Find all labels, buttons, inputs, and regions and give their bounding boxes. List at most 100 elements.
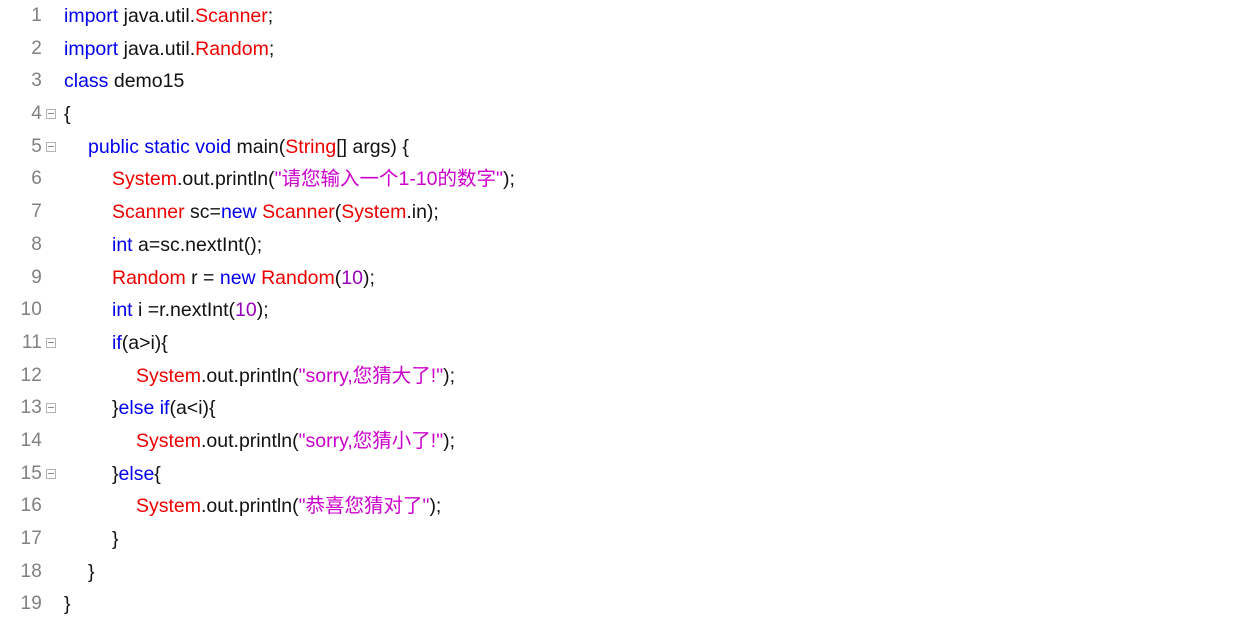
code-line-text: Scanner sc=new Scanner(System.in); <box>64 196 439 229</box>
code-line[interactable]: 3 class demo15 <box>0 65 1253 98</box>
code-lines-container[interactable]: 1 import java.util.Scanner; 2 import java.u… <box>0 0 1253 621</box>
code-token-kw: import <box>64 37 119 60</box>
code-token-kw: new <box>220 201 257 224</box>
code-token-type: System <box>136 495 202 518</box>
code-token-pl: ); <box>443 429 456 452</box>
code-token-pl: ); <box>256 299 269 322</box>
code-token-type: Random <box>261 266 335 289</box>
code-token-pl: ); <box>502 168 515 191</box>
code-token-pl: (a>i){ <box>121 331 168 354</box>
code-line[interactable]: 9 Random r = new Random(10); <box>0 262 1253 295</box>
code-token-pl: ); <box>362 266 375 289</box>
code-token-type: Random <box>195 37 269 60</box>
line-number: 10 <box>20 299 42 321</box>
code-token-num: 10 <box>341 266 363 289</box>
fold-collapse-icon[interactable] <box>46 337 56 348</box>
line-number: 9 <box>31 266 42 288</box>
code-token-pl: .out.println( <box>201 429 299 452</box>
code-line-text: { <box>64 98 71 131</box>
code-token-kw: class <box>64 70 109 93</box>
code-token-type: Scanner <box>195 5 268 27</box>
code-token-pl: [] args) { <box>336 135 409 158</box>
line-number: 3 <box>31 70 42 92</box>
code-editor[interactable]: 1 import java.util.Scanner; 2 import java.u… <box>0 0 1253 629</box>
code-line-text: System.out.println("请您输入一个1-10的数字"); <box>64 163 515 196</box>
line-number: 4 <box>31 103 42 125</box>
code-token-str: "sorry,您猜大了!" <box>298 364 444 387</box>
code-token-type: String <box>285 135 337 158</box>
code-token-pl: .out.println( <box>201 495 299 518</box>
code-token-str: "请您输入一个1-10的数字" <box>274 168 503 191</box>
line-number: 11 <box>21 331 42 353</box>
code-line[interactable]: 10 int i =r.nextInt(10); <box>0 294 1253 327</box>
code-token-pl: } <box>112 528 119 550</box>
code-line[interactable]: 8 int a=sc.nextInt(); <box>0 229 1253 262</box>
code-line-text: } <box>64 556 95 589</box>
code-token-pl: java.util. <box>118 37 196 60</box>
code-line[interactable]: 19} <box>0 588 1253 621</box>
code-line[interactable]: 5 public static void main(String[] args) … <box>0 131 1253 164</box>
code-token-pl: ); <box>429 495 442 518</box>
code-line-text: System.out.println("恭喜您猜对了"); <box>64 490 441 523</box>
code-token-pl: main( <box>231 135 286 158</box>
code-line-text: import java.util.Random; <box>64 33 274 66</box>
code-token-pl: ); <box>443 364 456 387</box>
line-number: 7 <box>31 201 42 223</box>
code-line[interactable]: 6 System.out.println("请您输入一个1-10的数字"); <box>0 163 1253 196</box>
code-line[interactable]: 15 }else{ <box>0 458 1253 491</box>
code-token-pl: (a<i){ <box>169 397 216 420</box>
code-line-text: Random r = new Random(10); <box>64 262 375 295</box>
code-token-pl: r = <box>185 266 220 289</box>
line-number: 19 <box>20 593 42 615</box>
code-token-type: Scanner <box>262 201 335 224</box>
code-line[interactable]: 4{ <box>0 98 1253 131</box>
code-line-text: public static void main(String[] args) { <box>64 131 409 164</box>
code-line-text: }else{ <box>64 458 161 491</box>
fold-collapse-icon[interactable] <box>46 141 56 152</box>
code-line-text: } <box>64 523 119 556</box>
line-number: 15 <box>20 462 42 484</box>
line-number: 5 <box>31 135 42 157</box>
code-line[interactable]: 14 System.out.println("sorry,您猜小了!"); <box>0 425 1253 458</box>
code-token-num: 10 <box>235 299 257 322</box>
line-number: 16 <box>20 495 42 517</box>
code-token-str: "sorry,您猜小了!" <box>298 429 444 452</box>
code-token-pl: { <box>154 462 161 485</box>
code-token-kw: int <box>112 233 133 256</box>
code-token-kw: new <box>219 266 256 289</box>
line-number: 12 <box>20 364 42 386</box>
code-token-type: System <box>341 201 407 224</box>
code-line[interactable]: 13}else if(a<i){ <box>0 392 1253 425</box>
code-token-pl: demo15 <box>108 70 185 93</box>
code-line[interactable]: 12 System.out.println("sorry,您猜大了!"); <box>0 360 1253 393</box>
code-line-text: int i =r.nextInt(10); <box>64 294 269 327</box>
code-token-kw: if <box>112 331 122 354</box>
code-token-pl: } <box>64 593 71 616</box>
code-line[interactable]: 18} <box>0 556 1253 589</box>
code-token-pl: ; <box>267 5 274 27</box>
code-token-pl: .in); <box>406 201 439 224</box>
code-line-text: if(a>i){ <box>64 327 168 360</box>
line-number: 6 <box>31 168 42 190</box>
code-line[interactable]: 2 import java.util.Random; <box>0 33 1253 66</box>
code-line[interactable]: 17} <box>0 523 1253 556</box>
code-line-text: class demo15 <box>64 65 184 98</box>
code-token-pl: ; <box>268 37 275 60</box>
code-token-type: Random <box>112 266 186 289</box>
code-token-kw: else <box>118 462 155 485</box>
code-token-kw: int <box>112 299 133 322</box>
code-token-pl: .out.println( <box>177 168 275 191</box>
code-line[interactable]: 7 Scanner sc=new Scanner(System.in); <box>0 196 1253 229</box>
code-token-pl: i =r.nextInt( <box>132 299 236 322</box>
code-line-text: int a=sc.nextInt(); <box>64 229 262 262</box>
code-line[interactable]: 1 import java.util.Scanner; <box>0 0 1253 33</box>
code-token-type: System <box>136 364 202 387</box>
code-line[interactable]: 16 System.out.println("恭喜您猜对了"); <box>0 490 1253 523</box>
fold-collapse-icon[interactable] <box>46 109 56 120</box>
fold-collapse-icon[interactable] <box>46 403 56 414</box>
code-line[interactable]: 11 if(a>i){ <box>0 327 1253 360</box>
code-token-pl: { <box>64 103 71 126</box>
code-token-type: System <box>136 429 202 452</box>
code-token-pl: a=sc.nextInt(); <box>132 233 263 256</box>
fold-collapse-icon[interactable] <box>46 468 56 479</box>
